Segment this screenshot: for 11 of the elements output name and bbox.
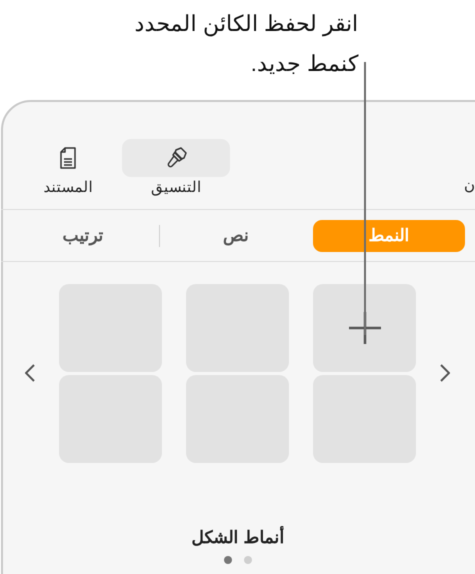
callout-text: انقر لحفظ الكائن المحدد كنمط جديد.: [134, 10, 358, 78]
document-icon: [59, 146, 77, 168]
plus-icon: [348, 311, 382, 345]
toolbar-item[interactable]: ن: [451, 174, 475, 199]
add-style-button[interactable]: [313, 284, 416, 372]
section-title: أنماط الشكل: [192, 525, 284, 548]
tab[interactable]: ترتيب: [7, 220, 159, 252]
tab[interactable]: نص: [160, 220, 312, 252]
toolbar-item[interactable]: المستند: [14, 138, 122, 199]
chevron-left-icon[interactable]: [25, 364, 35, 382]
chevron-right-icon[interactable]: [440, 364, 450, 382]
